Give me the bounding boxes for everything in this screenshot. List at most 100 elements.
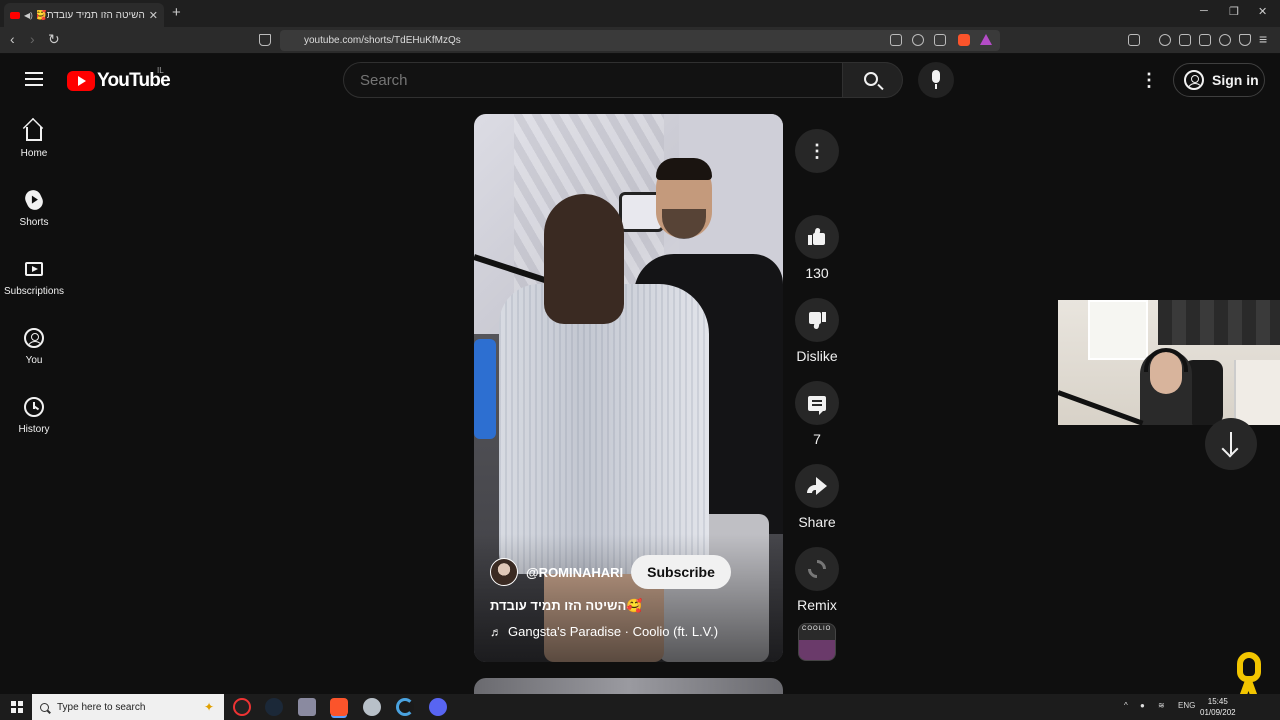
c-app-icon[interactable]	[396, 698, 414, 716]
short-title[interactable]: השיטה הזו תמיד עובדת🥰	[490, 598, 642, 614]
browser-tab-bar: ◀) השיטה הזו תמיד עובדת🥰 - ✕ + ─ ❐ ✕	[0, 0, 1280, 27]
search-button[interactable]	[843, 62, 903, 98]
youtube-favicon-icon	[10, 11, 20, 19]
settings-more-button[interactable]: ⋮	[1140, 70, 1158, 91]
tab-title: השיטה הזו תמיד עובדת🥰 -	[36, 9, 145, 21]
steam-icon[interactable]	[265, 698, 283, 716]
short-video-player[interactable]: @ROMINAHARI Subscribe השיטה הזו תמיד עוב…	[474, 114, 783, 662]
dislike-button[interactable]	[795, 298, 839, 342]
home-icon	[26, 127, 42, 141]
webcam-overlay	[1058, 300, 1280, 425]
close-window-button[interactable]: ✕	[1258, 5, 1267, 18]
thumbs-down-icon	[808, 311, 826, 330]
reload-icon[interactable]: ↻	[48, 31, 60, 48]
channel-handle[interactable]: @ROMINAHARI	[526, 565, 623, 580]
side-nav: Home Shorts Subscriptions You History	[0, 106, 68, 451]
taskbar-clock[interactable]: 15:45 01/09/202	[1200, 696, 1236, 718]
sidebar-icon[interactable]	[1179, 34, 1191, 46]
youtube-logo[interactable]: YouTube IL	[67, 66, 171, 92]
zoom-icon[interactable]	[912, 34, 924, 46]
bookmark-icon[interactable]	[259, 34, 271, 46]
url-text: youtube.com/shorts/TdEHuKfMzQs	[304, 35, 461, 46]
youtube-play-icon	[67, 71, 95, 91]
account-icon	[1184, 70, 1204, 90]
voice-search-button[interactable]	[918, 62, 954, 98]
browser-address-bar: ‹ › ↻ youtube.com/shorts/TdEHuKfMzQs ≡	[0, 27, 1280, 54]
short-actions: ⋮ 130 Dislike 7 Share Remix COOLIO	[795, 129, 839, 661]
tab-search-icon[interactable]	[1128, 34, 1140, 46]
share-page-icon[interactable]	[934, 34, 946, 46]
like-count: 130	[805, 265, 829, 281]
microphone-icon	[932, 70, 940, 83]
share-button[interactable]	[795, 464, 839, 508]
taskbar-search[interactable]: Type here to search ✦	[32, 694, 224, 720]
channel-avatar[interactable]	[490, 558, 518, 586]
music-note-icon: ♬	[490, 624, 502, 639]
sidebar-item-label: Home	[20, 148, 48, 159]
sign-in-label: Sign in	[1212, 72, 1259, 88]
tray-chevron-icon[interactable]: ^	[1124, 701, 1128, 710]
cast-icon[interactable]	[890, 34, 902, 46]
sidebar-item-you[interactable]: You	[0, 313, 68, 382]
sidebar-item-subscriptions[interactable]: Subscriptions	[0, 244, 68, 313]
forward-icon[interactable]: ›	[30, 31, 35, 47]
language-indicator[interactable]: ENG	[1178, 701, 1195, 710]
browser-tab[interactable]: ◀) השיטה הזו תמיד עובדת🥰 - ✕	[4, 3, 164, 27]
youtube-header: YouTube IL ⋮ Sign in	[0, 54, 1280, 106]
wallet-icon[interactable]	[1199, 34, 1211, 46]
shield-app-icon[interactable]	[363, 698, 381, 716]
remix-label: Remix	[797, 597, 837, 613]
sidebar-item-label: You	[25, 355, 43, 366]
speaker-icon[interactable]: ◀)	[24, 11, 33, 20]
maximize-button[interactable]: ❐	[1229, 5, 1239, 18]
next-short-button[interactable]	[1205, 418, 1257, 470]
media-icon[interactable]	[1159, 34, 1171, 46]
country-code: IL	[157, 66, 164, 75]
clock-date: 01/09/202	[1200, 708, 1236, 717]
leo-ai-icon[interactable]	[1219, 34, 1231, 46]
search-icon	[864, 72, 878, 86]
sidebar-item-label: Shorts	[19, 217, 49, 228]
tab-close-icon[interactable]: ✕	[149, 9, 158, 22]
shorts-icon	[22, 187, 46, 213]
thumbs-up-icon	[808, 227, 826, 246]
sign-in-button[interactable]: Sign in	[1173, 63, 1265, 97]
brave-icon[interactable]	[330, 698, 348, 716]
discord-icon[interactable]	[429, 698, 447, 716]
sidebar-item-shorts[interactable]: Shorts	[0, 175, 68, 244]
subscriptions-icon	[25, 262, 43, 276]
sidebar-item-history[interactable]: History	[0, 382, 68, 451]
remix-button[interactable]	[795, 547, 839, 591]
sidebar-item-label: Subscriptions	[3, 286, 65, 297]
clock-time: 15:45	[1207, 697, 1228, 706]
tray-mic-icon[interactable]: ●	[1140, 701, 1145, 710]
tray-network-icon[interactable]: ≋	[1158, 701, 1165, 710]
menu-icon[interactable]: ≡	[1259, 31, 1267, 47]
subscribe-button[interactable]: Subscribe	[631, 555, 731, 589]
like-button[interactable]	[795, 215, 839, 259]
brave-rewards-icon[interactable]	[980, 34, 992, 45]
app-icon[interactable]	[298, 698, 316, 716]
vpn-icon[interactable]	[1239, 34, 1251, 46]
search-icon	[40, 702, 49, 712]
search-bar	[343, 62, 903, 98]
comment-count: 7	[813, 431, 821, 447]
music-link[interactable]: ♬ Gangsta's Paradise · Coolio (ft. L.V.)	[490, 624, 718, 639]
guide-menu-icon[interactable]	[25, 72, 43, 86]
channel-row: @ROMINAHARI Subscribe	[490, 555, 731, 589]
comment-icon	[808, 395, 826, 415]
audio-thumbnail[interactable]: COOLIO	[798, 623, 836, 661]
sidebar-item-home[interactable]: Home	[0, 106, 68, 175]
audio-thumb-text: COOLIO	[802, 626, 832, 632]
new-tab-button[interactable]: +	[172, 4, 181, 21]
obs-icon[interactable]	[233, 698, 251, 716]
more-actions-button[interactable]: ⋮	[795, 129, 839, 173]
comments-button[interactable]	[795, 381, 839, 425]
sparkle-icon: ✦	[203, 700, 214, 714]
search-input[interactable]	[343, 62, 843, 98]
back-icon[interactable]: ‹	[10, 31, 15, 47]
windows-start-icon[interactable]	[11, 701, 23, 713]
brave-shield-icon[interactable]	[958, 34, 970, 46]
sidebar-item-label: History	[18, 424, 50, 435]
minimize-button[interactable]: ─	[1200, 5, 1208, 17]
